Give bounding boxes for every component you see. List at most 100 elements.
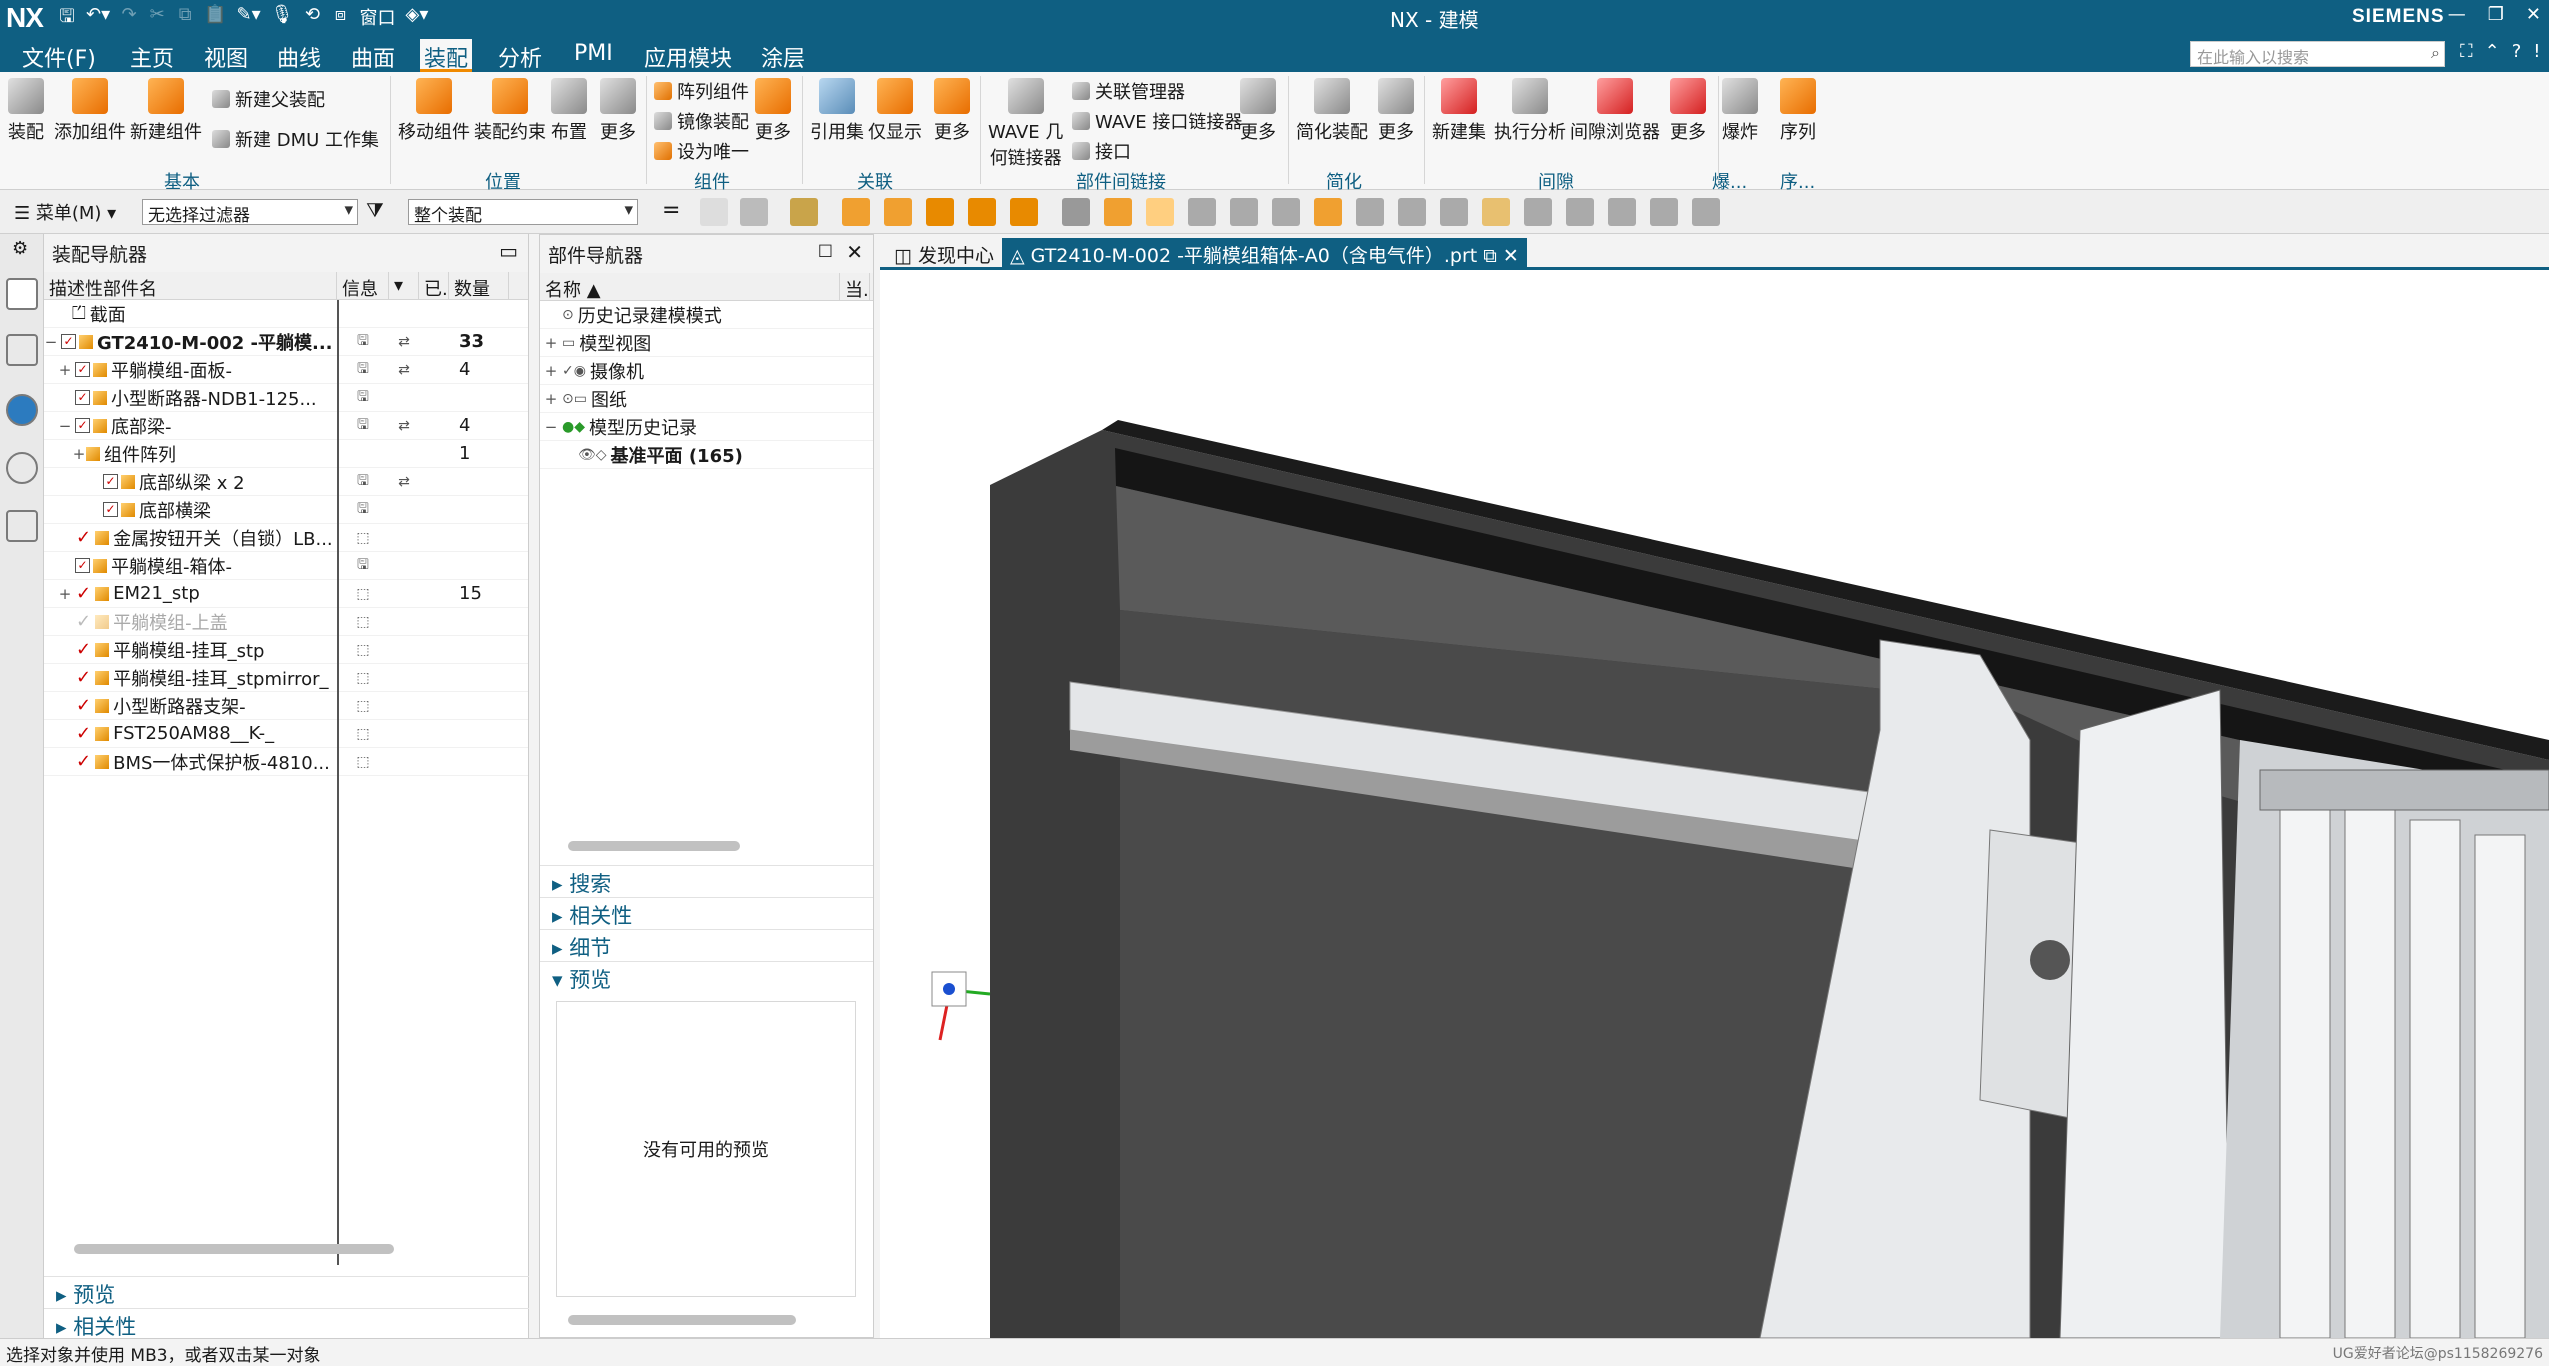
table-row[interactable]: + ✓ EM21_stp ⬚ 15 bbox=[44, 580, 528, 608]
maximize-icon[interactable]: ▭ bbox=[499, 239, 518, 263]
collapse-ribbon-icon[interactable]: ⌃ bbox=[2485, 41, 2500, 62]
table-row[interactable]: ✓ 平躺模组-箱体- 🖫 bbox=[44, 552, 528, 580]
section-dependencies[interactable]: ▸ 相关性 bbox=[540, 897, 873, 929]
table-row[interactable]: ✓ FST250AM88__K-_ ⬚ bbox=[44, 720, 528, 748]
col-part-name[interactable]: 描述性部件名 bbox=[44, 272, 337, 299]
visible-check-icon[interactable]: ✓ bbox=[76, 667, 91, 688]
col-quantity[interactable]: 数量 bbox=[449, 272, 509, 299]
view-5-icon[interactable] bbox=[1692, 198, 1720, 226]
col-name[interactable]: 名称 ▲ bbox=[540, 273, 840, 300]
maximize-icon[interactable]: □ bbox=[818, 240, 833, 259]
pattern-component-button[interactable]: 阵列组件 bbox=[654, 78, 749, 104]
restore-icon[interactable]: ❐ bbox=[2488, 4, 2504, 25]
view-4-icon[interactable] bbox=[1650, 198, 1678, 226]
visibility-checkbox[interactable]: ✓ bbox=[75, 558, 90, 573]
table-row[interactable]: ✓ 金属按钮开关（自锁）LB... ⬚ bbox=[44, 524, 528, 552]
tab-coating[interactable]: 涂层 bbox=[757, 39, 809, 75]
make-unique-button[interactable]: 设为唯一 bbox=[654, 138, 749, 164]
visible-check-icon[interactable]: ✓ bbox=[76, 583, 91, 604]
part-horizontal-scrollbar[interactable] bbox=[568, 841, 740, 851]
col-current[interactable]: 当. bbox=[840, 273, 870, 300]
view-3-icon[interactable] bbox=[1608, 198, 1636, 226]
expand-toggle-icon[interactable]: + bbox=[58, 585, 72, 603]
section-dependencies[interactable]: ▸ 相关性 bbox=[44, 1308, 529, 1340]
switch-window-icon[interactable]: ⧈ bbox=[332, 4, 350, 34]
table-row[interactable]: ⏍ 截面 bbox=[44, 300, 528, 328]
expand-toggle-icon[interactable]: + bbox=[58, 361, 72, 379]
horizontal-scrollbar[interactable] bbox=[74, 1244, 394, 1254]
snap-13-icon[interactable] bbox=[1356, 198, 1384, 226]
table-row[interactable]: ✓ 平躺模组-挂耳_stp ⬚ bbox=[44, 636, 528, 664]
snap-12-icon[interactable] bbox=[1314, 198, 1342, 226]
visibility-checkbox[interactable]: ✓ bbox=[103, 474, 118, 489]
point-snap-1-icon[interactable] bbox=[842, 198, 870, 226]
table-row[interactable]: ✓ 小型断路器-NDB1-125... 🖫 bbox=[44, 384, 528, 412]
section-preview[interactable]: ▾ 预览 bbox=[540, 961, 873, 993]
close-icon[interactable]: ✕ bbox=[2526, 4, 2541, 25]
association-manager-button[interactable]: 关联管理器 bbox=[1072, 78, 1185, 104]
point-snap-4-icon[interactable] bbox=[968, 198, 996, 226]
select-body-icon[interactable] bbox=[740, 198, 768, 226]
list-item[interactable]: ⊙ 历史记录建模模式 bbox=[540, 301, 873, 329]
visibility-checkbox[interactable]: ✓ bbox=[75, 362, 90, 377]
history-icon[interactable] bbox=[6, 452, 38, 484]
new-parent-assembly-button[interactable]: 新建父装配 bbox=[212, 86, 325, 112]
section-details[interactable]: ▸ 细节 bbox=[540, 929, 873, 961]
visible-check-icon[interactable]: ✓ bbox=[76, 639, 91, 660]
simplify-assembly-button[interactable]: 简化装配 bbox=[1296, 78, 1368, 144]
table-row[interactable]: − ✓ GT2410-M-002 -平躺模... 🖫 ⇄ 33 bbox=[44, 328, 528, 356]
interpart-more-button[interactable]: 更多 bbox=[1240, 78, 1276, 144]
snap-6-icon[interactable] bbox=[1062, 198, 1090, 226]
tab-assembly[interactable]: 装配 bbox=[420, 39, 473, 72]
expand-toggle-icon[interactable]: − bbox=[44, 333, 58, 351]
visible-check-icon[interactable]: ✓ bbox=[76, 527, 91, 548]
tab-part-file[interactable]: ◬ GT2410-M-002 -平躺模组箱体-A0（含电气件）.prt ⧉ ✕ bbox=[1002, 238, 1527, 270]
point-snap-2-icon[interactable] bbox=[884, 198, 912, 226]
constraint-navigator-icon[interactable] bbox=[6, 334, 38, 366]
point-snap-3-icon[interactable] bbox=[926, 198, 954, 226]
snap-9-icon[interactable] bbox=[1188, 198, 1216, 226]
paste-icon[interactable]: 📋 bbox=[204, 4, 226, 34]
tab-surface[interactable]: 曲面 bbox=[347, 39, 399, 75]
mirror-assembly-button[interactable]: 镜像装配 bbox=[654, 108, 749, 134]
web-browser-icon[interactable] bbox=[6, 394, 38, 426]
assembly-constraints-button[interactable]: 装配约束 bbox=[474, 78, 546, 144]
undo-icon[interactable]: ↶▾ bbox=[86, 4, 110, 34]
snap-11-icon[interactable] bbox=[1272, 198, 1300, 226]
tab-view[interactable]: 视图 bbox=[200, 39, 252, 75]
point-snap-5-icon[interactable] bbox=[1010, 198, 1038, 226]
view-1-icon[interactable] bbox=[1524, 198, 1552, 226]
expand-toggle-icon[interactable]: + bbox=[72, 445, 86, 463]
type-filter-select[interactable]: 无选择过滤器 bbox=[142, 199, 358, 226]
explode-button[interactable]: 爆炸 bbox=[1722, 78, 1758, 144]
col-info[interactable]: 信息 bbox=[337, 272, 389, 299]
tools-icon[interactable] bbox=[6, 510, 38, 542]
window-menu[interactable]: 窗口 bbox=[360, 4, 396, 34]
visible-check-icon[interactable]: ✓ bbox=[76, 611, 91, 632]
graphics-window[interactable]: ◫ 发现中心 ◬ GT2410-M-002 -平躺模组箱体-A0（含电气件）.p… bbox=[880, 234, 2549, 1338]
list-item[interactable]: + ▭ 模型视图 bbox=[540, 329, 873, 357]
repeat-command-icon[interactable]: ⟲ bbox=[304, 4, 322, 34]
tab-home[interactable]: 主页 bbox=[126, 39, 178, 75]
pin-icon[interactable]: ⧉ bbox=[1483, 245, 1497, 267]
assembly-button[interactable]: 装配 bbox=[8, 78, 44, 144]
roles-icon[interactable]: ◈▾ bbox=[406, 4, 429, 34]
list-item[interactable]: − ●◆ 模型历史记录 bbox=[540, 413, 873, 441]
save-icon[interactable]: 🖫 bbox=[58, 4, 76, 34]
more-icon[interactable]: ! bbox=[2533, 41, 2540, 62]
visibility-checkbox[interactable]: ✓ bbox=[75, 418, 90, 433]
minimize-icon[interactable]: — bbox=[2448, 4, 2466, 25]
visible-check-icon[interactable]: ✓ bbox=[76, 751, 91, 772]
selection-scope-select[interactable]: 整个装配 bbox=[408, 199, 638, 226]
sequence-button[interactable]: 序列 bbox=[1780, 78, 1816, 144]
col-loaded[interactable]: 已... bbox=[419, 272, 449, 299]
new-component-button[interactable]: 新建组件 bbox=[130, 78, 202, 144]
arrangement-button[interactable]: 布置 bbox=[551, 78, 587, 144]
view-2-icon[interactable] bbox=[1566, 198, 1594, 226]
add-component-button[interactable]: 添加组件 bbox=[54, 78, 126, 144]
tab-pmi[interactable]: PMI bbox=[570, 39, 617, 68]
list-item[interactable]: + ⊙▭ 图纸 bbox=[540, 385, 873, 413]
clearance-more-button[interactable]: 更多 bbox=[1670, 78, 1706, 144]
table-row[interactable]: + 组件阵列 1 bbox=[44, 440, 528, 468]
file-menu[interactable]: 文件(F) bbox=[18, 39, 100, 75]
